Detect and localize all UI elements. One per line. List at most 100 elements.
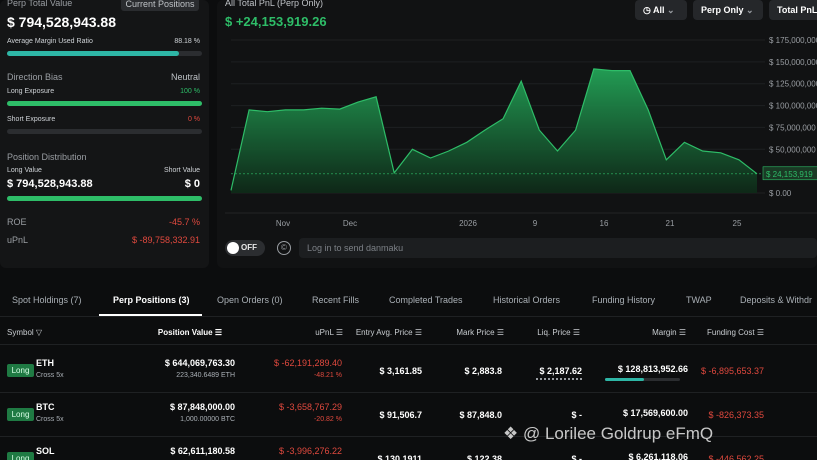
liq-price: $ - [571,454,582,460]
margin: $ 128,813,952.66 [617,364,688,374]
upnl-value: $ -3,658,767.29 [278,402,342,412]
column-header-funding-cost[interactable]: Funding Cost ☰ [707,328,764,337]
perp-total-label: Perp Total Value [7,0,73,8]
mark-price: $ 122.38 [466,454,502,460]
x-tick-label: Dec [343,219,357,228]
x-tick-label: 2026 [459,219,477,228]
tab-open-orders-0[interactable]: Open Orders (0) [217,295,283,305]
symbol: ETH [36,358,54,368]
margin: $ 6,261,118.06 [628,452,688,460]
liq-indicator [536,378,582,380]
y-tick-label: $ 50,000,000 [769,145,816,154]
y-tick-label: $ 100,000,000 [769,102,817,111]
distribution-bar [7,196,202,201]
long-value-label: Long Value [7,167,42,174]
tab-historical-orders[interactable]: Historical Orders [493,295,560,305]
upnl-value: $ -89,758,332.91 [131,235,200,245]
x-tick-label: 21 [666,219,675,228]
column-header-symbol[interactable]: Symbol ▽ [7,328,42,337]
tab-completed-trades[interactable]: Completed Trades [389,295,463,305]
diamond-icon: ❖ [503,424,519,443]
x-tick-label: 16 [600,219,609,228]
direction-bias-label: Direction Bias [7,72,63,82]
long-value: $ 794,528,943.88 [7,178,93,190]
short-exposure-bar [7,129,202,134]
long-exposure-value: 100 % [180,88,200,95]
leverage-mode: Cross 5x [36,416,64,423]
current-positions-button[interactable]: Current Positions [121,0,199,11]
entry-price: $ 91,506.7 [379,410,422,420]
watermark: ❖ @ Lorilee Goldrup eFmQ [503,424,713,444]
column-header-position-value[interactable]: Position Value ☰ [158,328,222,337]
x-tick-label: 9 [533,219,538,228]
leverage-mode: Cross 5x [36,372,64,379]
x-tick-label: Nov [276,219,290,228]
tab-recent-fills[interactable]: Recent Fills [312,295,359,305]
upnl-value: $ -3,996,276.22 [278,446,342,456]
avg-margin-bar [7,51,202,56]
danmaku-toggle[interactable]: OFF [225,240,265,256]
tab-funding-history[interactable]: Funding History [592,295,655,305]
tab-twap[interactable]: TWAP [686,295,712,305]
entry-price: $ 3,161.85 [379,366,422,376]
tab-deposits-withdr[interactable]: Deposits & Withdr [740,295,812,305]
summary-panel: Perp Total Value Current Positions $ 794… [0,0,209,268]
long-exposure-bar [7,101,202,106]
y-tick-label: $ 175,000,000 [769,36,817,45]
short-exposure-label: Short Exposure [7,116,56,123]
short-value: $ 0 [184,178,200,190]
direction-bias-value: Neutral [170,72,200,82]
upnl-label: uPnL [7,235,29,245]
column-header-upnl[interactable]: uPnL ☰ [315,328,343,337]
position-value: $ 87,848,000.00 [169,402,235,412]
margin: $ 17,569,600.00 [622,408,688,418]
column-header-liq-price[interactable]: Liq. Price ☰ [537,328,580,337]
funding-cost: $ -6,895,653.37 [700,366,764,376]
roe-label: ROE [7,217,27,227]
pnl-area [231,68,757,193]
copyright-icon: © [277,241,291,255]
column-header-entry-avg-price[interactable]: Entry Avg. Price ☰ [356,328,422,337]
upnl-value: $ -62,191,289.40 [273,358,342,368]
entry-price: $ 130.1911 [377,454,422,460]
symbol: SOL [36,446,55,456]
position-qty: 223,340.6489 ETH [176,372,235,379]
position-qty: 1,000.00000 BTC [180,416,235,423]
tab-perp-positions-3[interactable]: Perp Positions (3) [113,295,190,305]
symbol: BTC [36,402,55,412]
short-exposure-value: 0 % [187,116,200,123]
side-badge: Long [7,408,34,421]
danmaku-input[interactable]: Log in to send danmaku [299,238,817,258]
x-tick-label: 25 [733,219,742,228]
position-distribution-label: Position Distribution [7,152,87,162]
funding-cost: $ -446,562.25 [708,454,764,460]
position-value: $ 644,069,763.30 [164,358,235,368]
watermark-text: @ Lorilee Goldrup eFmQ [522,424,714,443]
avg-margin-label: Average Margin Used Ratio [7,38,93,45]
current-value-label: $ 24,153,919 [766,170,813,179]
avg-margin-value: 88.18 % [174,38,200,45]
tab-spot-holdings-7[interactable]: Spot Holdings (7) [12,295,82,305]
y-tick-label: $ 125,000,000 [769,80,817,89]
mark-price: $ 87,848.0 [459,410,502,420]
roe-value: -45.7 % [168,217,200,227]
y-tick-label: $ 0.00 [769,189,792,198]
column-header-mark-price[interactable]: Mark Price ☰ [456,328,504,337]
y-tick-label: $ 150,000,000 [769,58,817,67]
side-badge: Long [7,452,34,460]
margin-bar [605,378,680,381]
column-header-margin[interactable]: Margin ☰ [652,328,686,337]
liq-price: $ - [571,410,582,420]
funding-cost: $ -826,373.35 [708,410,764,420]
upnl-pct: -48.21 % [313,372,342,379]
pnl-chart-panel: All Total PnL (Perp Only) $ +24,153,919.… [217,0,817,268]
short-value-label: Short Value [163,167,200,174]
upnl-pct: -20.82 % [313,416,342,423]
y-tick-label: $ 75,000,000 [769,123,816,132]
danmaku-toggle-label: OFF [241,243,257,252]
long-exposure-label: Long Exposure [7,88,55,95]
app-root: Perp Total Value Current Positions $ 794… [0,0,817,460]
position-value: $ 62,611,180.58 [170,446,235,456]
pnl-area-chart: $ 175,000,000 $ 150,000,000 $ 125,000,000 $… [225,36,817,228]
liq-price: $ 2,187.62 [539,366,582,376]
